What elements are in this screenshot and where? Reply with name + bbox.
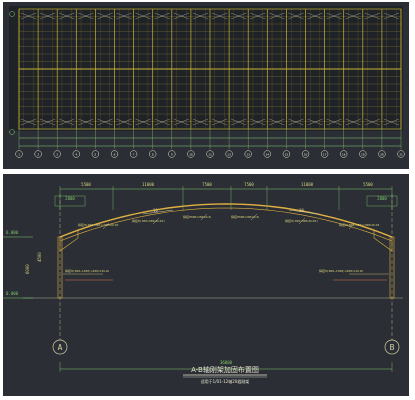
slope-label: 10 — [299, 208, 304, 213]
grid-axis-label: 19 — [361, 153, 365, 157]
height-dimension-text: 4500 — [37, 252, 42, 262]
grid-axis-label: 7 — [133, 153, 135, 157]
axis-label: B — [390, 343, 395, 352]
elevation-label: 6.000 — [6, 230, 19, 235]
grid-axis-label: 12 — [227, 153, 231, 157]
beam-note: 焊接H300×200×6×8 — [231, 214, 259, 219]
grid-axis-label: 6 — [114, 153, 116, 157]
grid-axis-label: 4 — [75, 153, 77, 157]
grid-axis-label: 8 — [152, 153, 154, 157]
top-dimension-text: 5500 — [81, 182, 91, 187]
sub-dimension-text: 2000 — [377, 196, 387, 201]
grid-axis-label: 10 — [189, 153, 193, 157]
column-note: 焊接H(600~1300)×400×10×16 — [319, 268, 363, 273]
plan-view-panel: 1 2 3 4 5 6 7 8 9 10 11 12 13 14 15 16 17 18 19 20 21 — [3, 2, 409, 169]
axis-label: A — [58, 343, 63, 352]
grid-axis-label: 18 — [342, 153, 346, 157]
grid-axis-label: 5 — [94, 153, 96, 157]
beam-note: 焊接H(300×300×8×10) — [132, 218, 165, 223]
frame-section-drawing: 36000 5500 11000 7500 7500 11000 5500 20… — [3, 174, 409, 396]
span-dimension-text: 36000 — [220, 360, 233, 365]
slope-label: 10 — [153, 208, 158, 213]
grid-axis-label: 9 — [171, 153, 173, 157]
elevation-label: 0.000 — [6, 291, 19, 296]
grid-axis-label: 11 — [208, 153, 212, 157]
grid-axis-label: 20 — [380, 153, 384, 157]
beam-note: 焊接H(600~300)×300×8×10 — [339, 222, 380, 227]
drawing-subtitle: 适用于1/01-12轴20榀刚架 — [201, 378, 250, 384]
beam-note: 焊接H(600~300)×300×8×10 — [78, 222, 119, 227]
grid-axis-label: 15 — [285, 153, 289, 157]
sub-dimension-text: 2000 — [65, 196, 75, 201]
height-dimension-text: 6000 — [25, 264, 30, 274]
grid-axis-label: 1 — [18, 153, 20, 157]
top-dimension-text: 7500 — [244, 182, 254, 187]
column-note: 焊接H(600~1300)×400×10×16 — [65, 268, 109, 273]
grid-axis-label: 21 — [399, 153, 403, 157]
grid-axis-label: 3 — [56, 153, 58, 157]
grid-axis-label: 13 — [246, 153, 250, 157]
grid-axis-label: 2 — [37, 153, 39, 157]
grid-axis-label: 16 — [304, 153, 308, 157]
grid-axis-label: 14 — [265, 153, 269, 157]
section-view-panel: 36000 5500 11000 7500 7500 11000 5500 20… — [3, 174, 409, 396]
beam-note: 焊接H300×200×6×8 — [183, 214, 211, 219]
top-dimension-text: 11000 — [301, 182, 314, 187]
top-dimension-text: 5500 — [363, 182, 373, 187]
beam-note: 焊接H(300×300×8×10) — [285, 218, 318, 223]
top-dimension-text: 11000 — [142, 182, 155, 187]
roof-plan-drawing: 1 2 3 4 5 6 7 8 9 10 11 12 13 14 15 16 17 18 19 20 21 — [3, 2, 409, 169]
drawing-title: A-B轴刚架加固布置图 — [191, 365, 259, 374]
top-dimension-text: 7500 — [202, 182, 212, 187]
grid-axis-label: 17 — [323, 153, 327, 157]
